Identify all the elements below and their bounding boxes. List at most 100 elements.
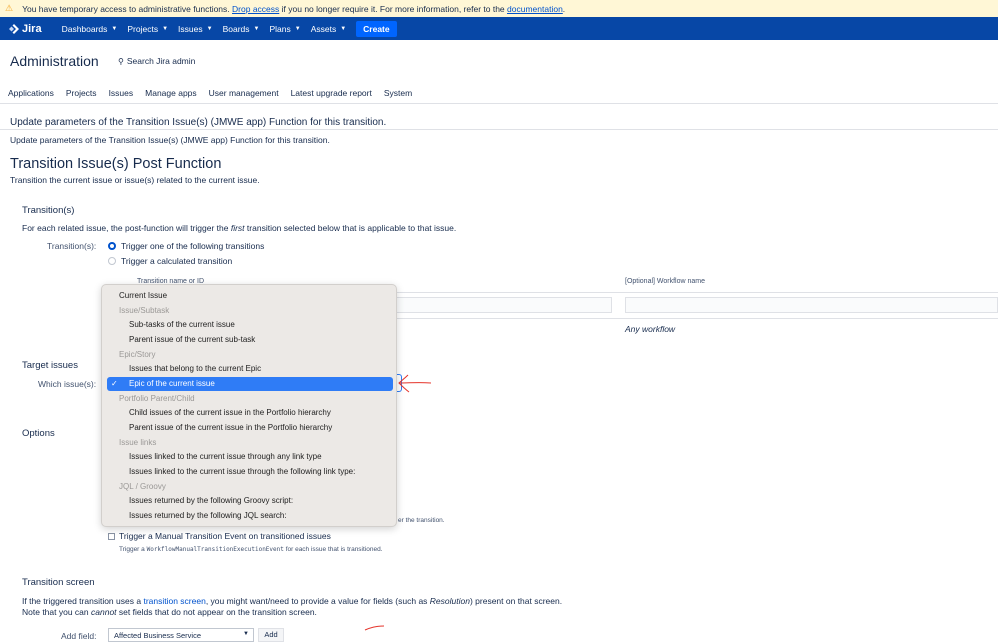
tab-applications[interactable]: Applications [8,88,54,98]
radio-trigger-one[interactable]: Trigger one of the following transitions [108,241,264,251]
group-issue-links: Issue links [119,438,157,447]
update-heading: Update parameters of the Transition Issu… [10,117,387,128]
group-portfolio: Portfolio Parent/Child [119,394,195,403]
transitions-label: Transition(s): [47,241,97,251]
banner-text-end: . [562,3,566,14]
admin-access-banner: ⚠ You have temporary access to administr… [0,0,998,17]
add-field-select[interactable]: Affected Business Service ▼ [108,628,254,642]
option-portfolio-parent[interactable]: Parent issue of the current issue in the… [102,421,396,435]
transitions-description: For each related issue, the post-functio… [22,223,456,233]
option-portfolio-children[interactable]: Child issues of the current issue in the… [102,406,396,420]
workflow-name-input[interactable] [625,297,998,313]
manual-hint-before: Trigger a [119,546,145,553]
any-workflow-text: Any workflow [625,324,676,334]
annotation-stroke-icon [364,625,385,631]
drop-access-link[interactable]: Drop access [232,4,279,14]
screen-line1-before: If the triggered transition uses a [22,596,142,606]
screen-line2-after: set fields that do not appear on the tra… [118,607,317,617]
transitions-desc-before: For each related issue, the post-functio… [22,223,229,233]
checkmark-icon: ✓ [111,379,118,388]
chevron-down-icon: ▼ [243,631,249,637]
add-field-label: Add field: [61,631,97,641]
transition-screen-line1: If the triggered transition uses a trans… [22,596,562,606]
admin-search-label: Search Jira admin [126,56,196,66]
option-current-issue[interactable]: Current Issue [102,289,396,303]
nav-issues[interactable]: Issues ▼ [178,24,213,34]
add-field-value: Affected Business Service [114,631,201,640]
nav-boards-label: Boards [222,23,250,34]
tab-system[interactable]: System [384,88,412,98]
screen-line2-before: Note that you can [22,607,89,617]
chevron-down-icon: ▼ [253,25,260,32]
transition-screen-heading: Transition screen [22,577,95,588]
which-issues-label: Which issue(s): [38,379,97,389]
nav-projects[interactable]: Projects ▼ [127,24,168,34]
screen-line2-em: cannot [91,607,117,617]
update-description: Update parameters of the Transition Issu… [10,135,330,145]
screen-line1-after: ) present on that screen. [469,596,563,606]
transitions-desc-em: first [230,223,245,233]
page-description: Transition the current issue or issue(s)… [10,175,260,185]
create-button[interactable]: Create [356,20,397,37]
admin-tabs: Applications Projects Issues Manage apps… [8,88,424,98]
jira-logo[interactable]: Jira [9,23,42,35]
divider [0,129,998,130]
option-jql-search[interactable]: Issues returned by the following JQL sea… [102,509,396,523]
radio-trigger-calculated[interactable]: Trigger a calculated transition [108,256,232,266]
option-epic-of-current[interactable]: ✓ Epic of the current issue [107,377,393,391]
banner-text-middle: if you no longer require it. For more in… [281,3,505,14]
nav-plans[interactable]: Plans ▼ [269,24,300,34]
admin-search[interactable]: ⚲ Search Jira admin [118,56,195,66]
jira-logo-text: Jira [22,22,42,35]
nav-dashboards[interactable]: Dashboards ▼ [62,24,118,34]
tab-user-management[interactable]: User management [209,88,279,98]
radio-trigger-one-label: Trigger one of the following transitions [121,241,265,251]
banner-text: You have temporary access to administrat… [22,3,230,14]
tab-issues[interactable]: Issues [109,88,134,98]
radio-selected-icon[interactable] [108,242,116,250]
warning-icon: ⚠ [5,3,14,13]
search-icon: ⚲ [118,56,124,66]
manual-event-label: Trigger a Manual Transition Event on tra… [119,531,331,541]
add-field-button[interactable]: Add [258,628,284,642]
transition-screen-link[interactable]: transition screen [143,596,205,606]
tab-manage-apps[interactable]: Manage apps [145,88,197,98]
manual-event-hint: Trigger a WorkflowManualTransitionExecut… [119,546,383,553]
annotation-arrow-icon [398,374,432,393]
option-groovy-script[interactable]: Issues returned by the following Groovy … [102,494,396,508]
group-epic-story: Epic/Story [119,350,156,359]
radio-unselected-icon[interactable] [108,257,116,265]
tab-latest-upgrade-report[interactable]: Latest upgrade report [291,88,372,98]
option-linked-any[interactable]: Issues linked to the current issue throu… [102,450,396,464]
group-jql-groovy: JQL / Groovy [119,482,166,491]
options-heading: Options [22,428,55,439]
group-issue-subtask: Issue/Subtask [119,306,170,315]
nav-assets[interactable]: Assets ▼ [311,24,346,34]
which-issues-dropdown: Current Issue Issue/Subtask Sub-tasks of… [101,284,397,527]
jira-logo-icon [9,23,19,34]
page-title: Transition Issue(s) Post Function [10,156,222,172]
transition-name-input[interactable] [396,297,612,313]
option-hint-partial: er the transition. [398,517,445,524]
manual-event-checkbox[interactable] [108,533,115,540]
target-issues-heading: Target issues [22,360,78,371]
option-issues-in-epic[interactable]: Issues that belong to the current Epic [102,362,396,376]
nav-projects-label: Projects [127,23,159,34]
option-parent-subtask[interactable]: Parent issue of the current sub-task [102,333,396,347]
documentation-link[interactable]: documentation [507,4,563,14]
nav-plans-label: Plans [269,23,291,34]
transitions-heading: Transition(s) [22,205,75,216]
chevron-down-icon: ▼ [294,25,301,32]
chevron-down-icon: ▼ [111,25,118,32]
tab-projects[interactable]: Projects [66,88,97,98]
nav-boards[interactable]: Boards ▼ [223,24,260,34]
nav-assets-label: Assets [310,23,337,34]
nav-dashboards-label: Dashboards [61,23,108,34]
manual-hint-after: for each issue that is transitioned. [285,546,383,553]
nav-issues-label: Issues [178,23,203,34]
option-linked-type[interactable]: Issues linked to the current issue throu… [102,465,396,479]
option-subtasks[interactable]: Sub-tasks of the current issue [102,318,396,332]
divider [0,103,998,104]
screen-line1-mid: , you might want/need to provide a value… [205,596,428,606]
transitions-desc-after: transition selected below that is applic… [246,223,457,233]
